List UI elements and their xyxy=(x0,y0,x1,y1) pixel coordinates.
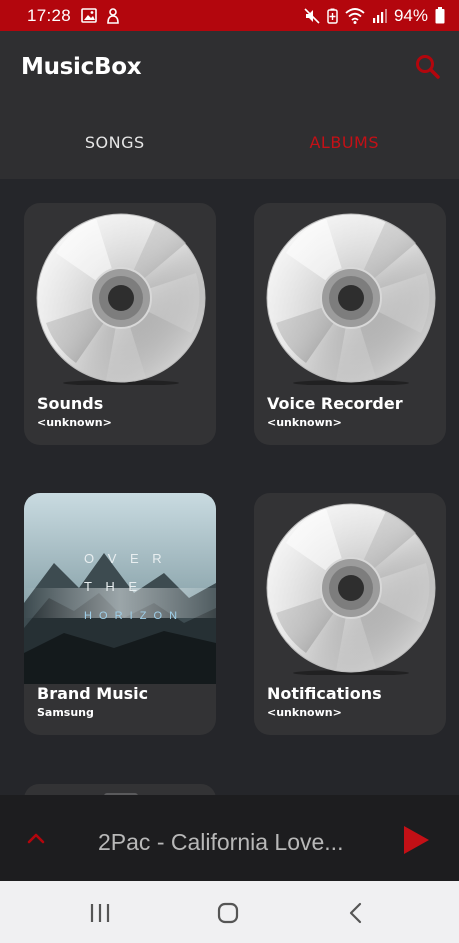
mute-icon xyxy=(304,7,320,24)
album-cover-art: O V E R T H E H O R I Z O N xyxy=(24,493,216,684)
recent-apps-icon[interactable] xyxy=(86,899,114,927)
album-artist: Samsung xyxy=(37,706,94,719)
home-icon[interactable] xyxy=(214,899,242,927)
album-artist: <unknown> xyxy=(267,416,342,429)
status-bar: 17:28 94% xyxy=(0,0,459,31)
battery-icon xyxy=(435,7,445,24)
album-card-sounds[interactable]: Sounds <unknown> xyxy=(24,203,216,445)
battery-percent: 94% xyxy=(393,5,428,25)
album-artist: <unknown> xyxy=(267,706,342,719)
album-card-brand-music[interactable]: O V E R T H E H O R I Z O N Brand Music … xyxy=(24,493,216,735)
album-title: Brand Music xyxy=(37,684,149,703)
cd-disc-icon xyxy=(36,213,206,385)
cover-text-over: O V E R xyxy=(84,551,167,566)
signal-icon xyxy=(372,9,387,23)
now-playing-bar[interactable]: 2Pac - California Love... xyxy=(0,795,459,881)
cover-text-horizon: H O R I Z O N xyxy=(84,610,179,622)
album-artist: <unknown> xyxy=(37,416,112,429)
status-time: 17:28 xyxy=(27,5,72,25)
cover-text-the: T H E xyxy=(84,579,142,594)
chevron-up-icon[interactable] xyxy=(26,828,46,848)
album-card-notifications[interactable]: Notifications <unknown> xyxy=(254,493,446,735)
album-title: Voice Recorder xyxy=(267,394,403,413)
system-nav-bar xyxy=(0,881,459,943)
gallery-notification-icon xyxy=(81,8,97,23)
app-title: MusicBox xyxy=(21,54,142,80)
cd-disc-icon xyxy=(266,503,436,675)
back-icon[interactable] xyxy=(342,899,370,927)
wifi-icon xyxy=(345,7,365,24)
album-card-voice-recorder[interactable]: Voice Recorder <unknown> xyxy=(254,203,446,445)
app-bar: MusicBox xyxy=(0,31,459,105)
play-icon[interactable] xyxy=(402,825,430,855)
tab-albums-label: ALBUMS xyxy=(309,132,379,152)
search-icon[interactable] xyxy=(414,53,442,81)
app-notification-icon xyxy=(107,7,119,24)
album-title: Notifications xyxy=(267,684,382,703)
tab-albums[interactable]: ALBUMS xyxy=(230,105,459,179)
battery-saver-icon xyxy=(327,8,338,24)
cd-disc-icon xyxy=(266,213,436,385)
tab-bar: SONGS ALBUMS xyxy=(0,105,459,179)
tab-songs-label: SONGS xyxy=(84,132,145,152)
now-playing-title: 2Pac - California Love... xyxy=(98,829,344,855)
album-title: Sounds xyxy=(37,394,104,413)
tab-songs[interactable]: SONGS xyxy=(0,105,230,179)
